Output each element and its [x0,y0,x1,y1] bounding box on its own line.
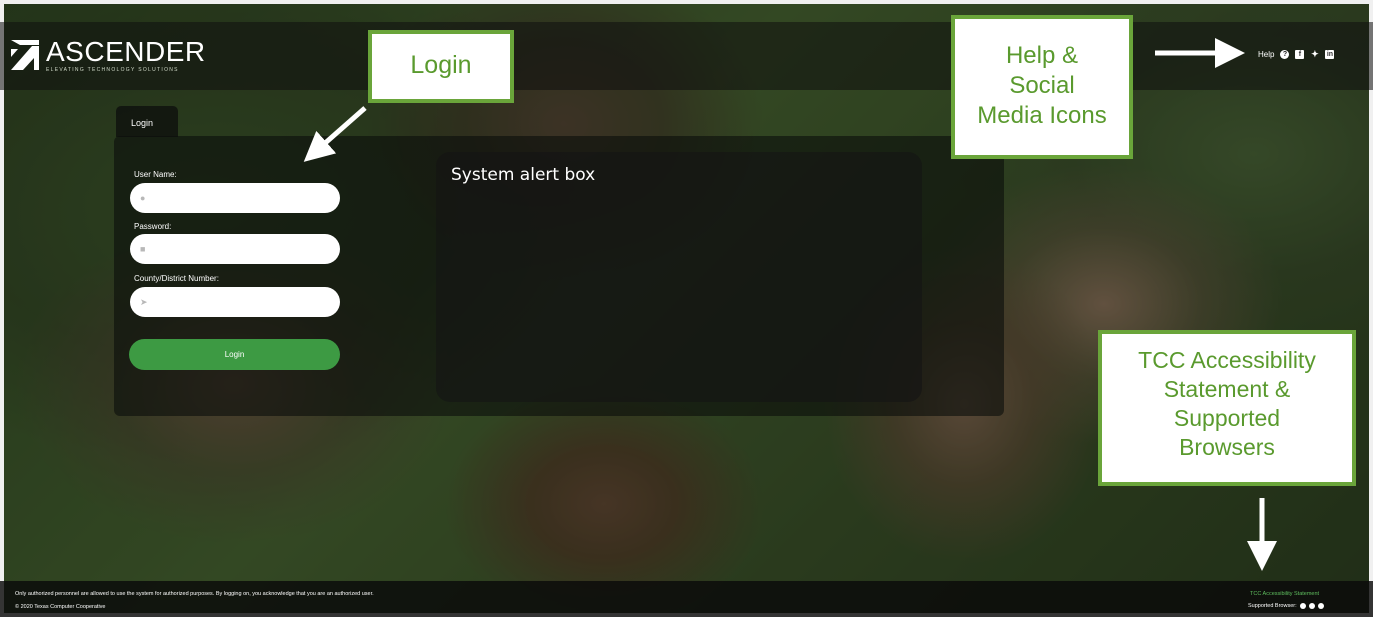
callout-help-line3: Media Icons [977,102,1107,129]
callout-tcc-line3: Supported [1173,405,1281,431]
callout-tcc-line1: TCC Accessibility [1138,347,1316,373]
annotation-arrows [303,38,1277,571]
callout-tcc-line4: Browsers [1179,434,1275,460]
callout-login-text: Login [410,51,472,79]
callout-tcc: TCC Accessibility Statement & Supported … [1098,330,1356,486]
callout-help-line2: Social [1009,72,1075,99]
callout-login: Login [368,30,514,103]
arrow-to-login [303,106,367,162]
callout-tcc-line2: Statement & [1163,376,1291,402]
callout-help-line1: Help & [1005,42,1079,69]
callout-help-social: Help & Social Media Icons [951,15,1133,159]
